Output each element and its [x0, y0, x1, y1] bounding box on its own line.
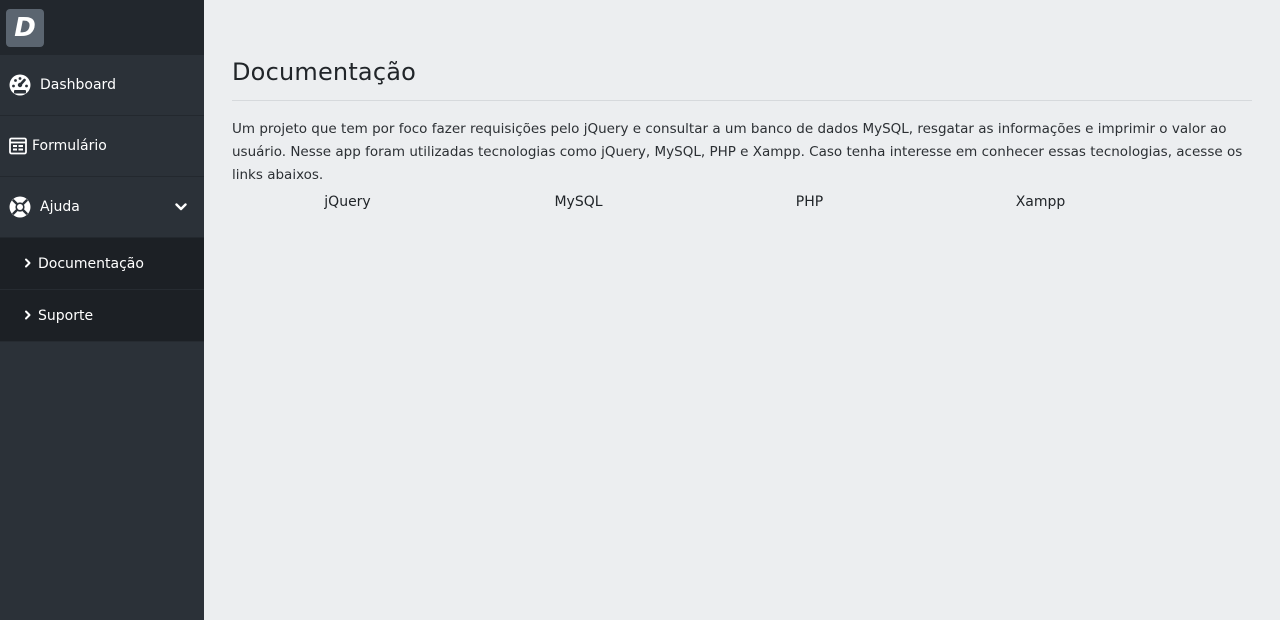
chevron-right-icon	[24, 309, 32, 323]
page-title: Documentação	[232, 58, 1252, 101]
tech-links: jQuery MySQL PHP Xampp	[232, 194, 1252, 210]
dashboard-gauge-icon	[8, 73, 32, 97]
submenu-item-documentacao[interactable]: Documentação	[0, 238, 204, 290]
chevron-down-icon[interactable]	[174, 200, 188, 214]
sidebar-item-dashboard[interactable]: Dashboard	[0, 55, 204, 116]
sidebar-item-label: Ajuda	[40, 199, 80, 215]
brand-bar: D	[0, 0, 204, 55]
ajuda-submenu: Documentação Suporte	[0, 238, 204, 342]
submenu-item-label: Suporte	[38, 307, 94, 324]
app-root: D Dashboard Formulário Ajuda Documentaçã…	[0, 0, 1280, 620]
page-description: Um projeto que tem por foco fazer requis…	[232, 121, 1243, 183]
main-content: Documentação Um projeto que tem por foco…	[204, 0, 1280, 620]
sidebar-item-ajuda[interactable]: Ajuda	[0, 177, 204, 238]
link-mysql[interactable]: MySQL	[463, 194, 694, 210]
link-xampp[interactable]: Xampp	[925, 194, 1156, 210]
submenu-item-label: Documentação	[38, 255, 144, 272]
chevron-right-icon	[24, 257, 32, 271]
submenu-item-suporte[interactable]: Suporte	[0, 290, 204, 342]
sidebar-item-label: Dashboard	[40, 77, 116, 93]
brand-logo[interactable]: D	[6, 8, 44, 47]
sidebar-item-formulario[interactable]: Formulário	[0, 116, 204, 177]
form-icon	[8, 134, 28, 158]
link-jquery[interactable]: jQuery	[232, 194, 463, 210]
link-php[interactable]: PHP	[694, 194, 925, 210]
sidebar-item-label: Formulário	[32, 138, 107, 154]
lifebuoy-icon	[8, 195, 32, 219]
sidebar: D Dashboard Formulário Ajuda Documentaçã…	[0, 0, 204, 620]
